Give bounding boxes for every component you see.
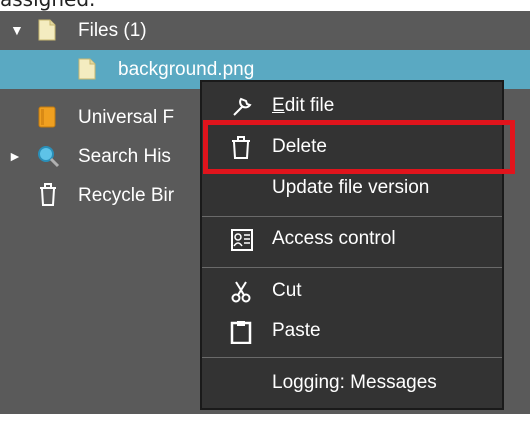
menu-separator: [202, 267, 502, 268]
tree-item-label: Search His: [78, 145, 171, 167]
menu-item-label: Delete: [272, 136, 327, 157]
book-icon: [38, 106, 56, 128]
menu-separator: [202, 357, 502, 358]
collapsed-arrow-icon[interactable]: ►: [8, 148, 22, 164]
menu-item-label: Paste: [272, 320, 321, 341]
menu-item-label: Cut: [272, 280, 302, 301]
wrench-icon: [233, 97, 252, 116]
menu-item-logging-messages[interactable]: Logging: Messages: [202, 365, 502, 401]
menu-item-label: Access control: [272, 228, 396, 249]
tree-item-files[interactable]: ▼ Files (1): [0, 11, 530, 50]
access-control-icon: [231, 229, 253, 251]
tree-item-label: Universal F: [78, 106, 175, 128]
menu-item-edit-file[interactable]: Edit file: [202, 88, 502, 124]
menu-item-label-rest: dit file: [284, 95, 335, 116]
caption-text: assigned.: [0, 0, 95, 11]
menu-item-label: Update file version: [272, 177, 430, 198]
menu-item-access-control[interactable]: Access control: [202, 221, 502, 257]
menu-item-mnemonic: E: [272, 95, 285, 116]
tree-item-label: Files (1): [78, 19, 147, 41]
menu-item-cut[interactable]: Cut: [202, 273, 502, 309]
scissors-icon: [231, 281, 251, 303]
menu-item-label: Edit file: [272, 95, 334, 117]
tree-item-label: Recycle Bir: [78, 184, 175, 206]
search-icon: [38, 146, 60, 168]
file-icon: [38, 19, 56, 41]
menu-separator: [202, 216, 502, 217]
trash-icon: [232, 136, 250, 159]
tree-item-label: background.png: [118, 58, 255, 80]
trash-icon: [40, 183, 56, 206]
menu-item-delete[interactable]: Delete: [202, 129, 502, 165]
menu-item-label: Logging: Messages: [272, 372, 437, 393]
expanded-arrow-icon[interactable]: ▼: [10, 22, 24, 38]
clipboard-icon: [230, 321, 252, 344]
context-menu: Edit file Delete Update file version Acc…: [200, 80, 504, 410]
menu-item-update-file-version[interactable]: Update file version: [202, 170, 502, 206]
file-icon: [78, 58, 96, 80]
menu-item-paste[interactable]: Paste: [202, 313, 502, 349]
